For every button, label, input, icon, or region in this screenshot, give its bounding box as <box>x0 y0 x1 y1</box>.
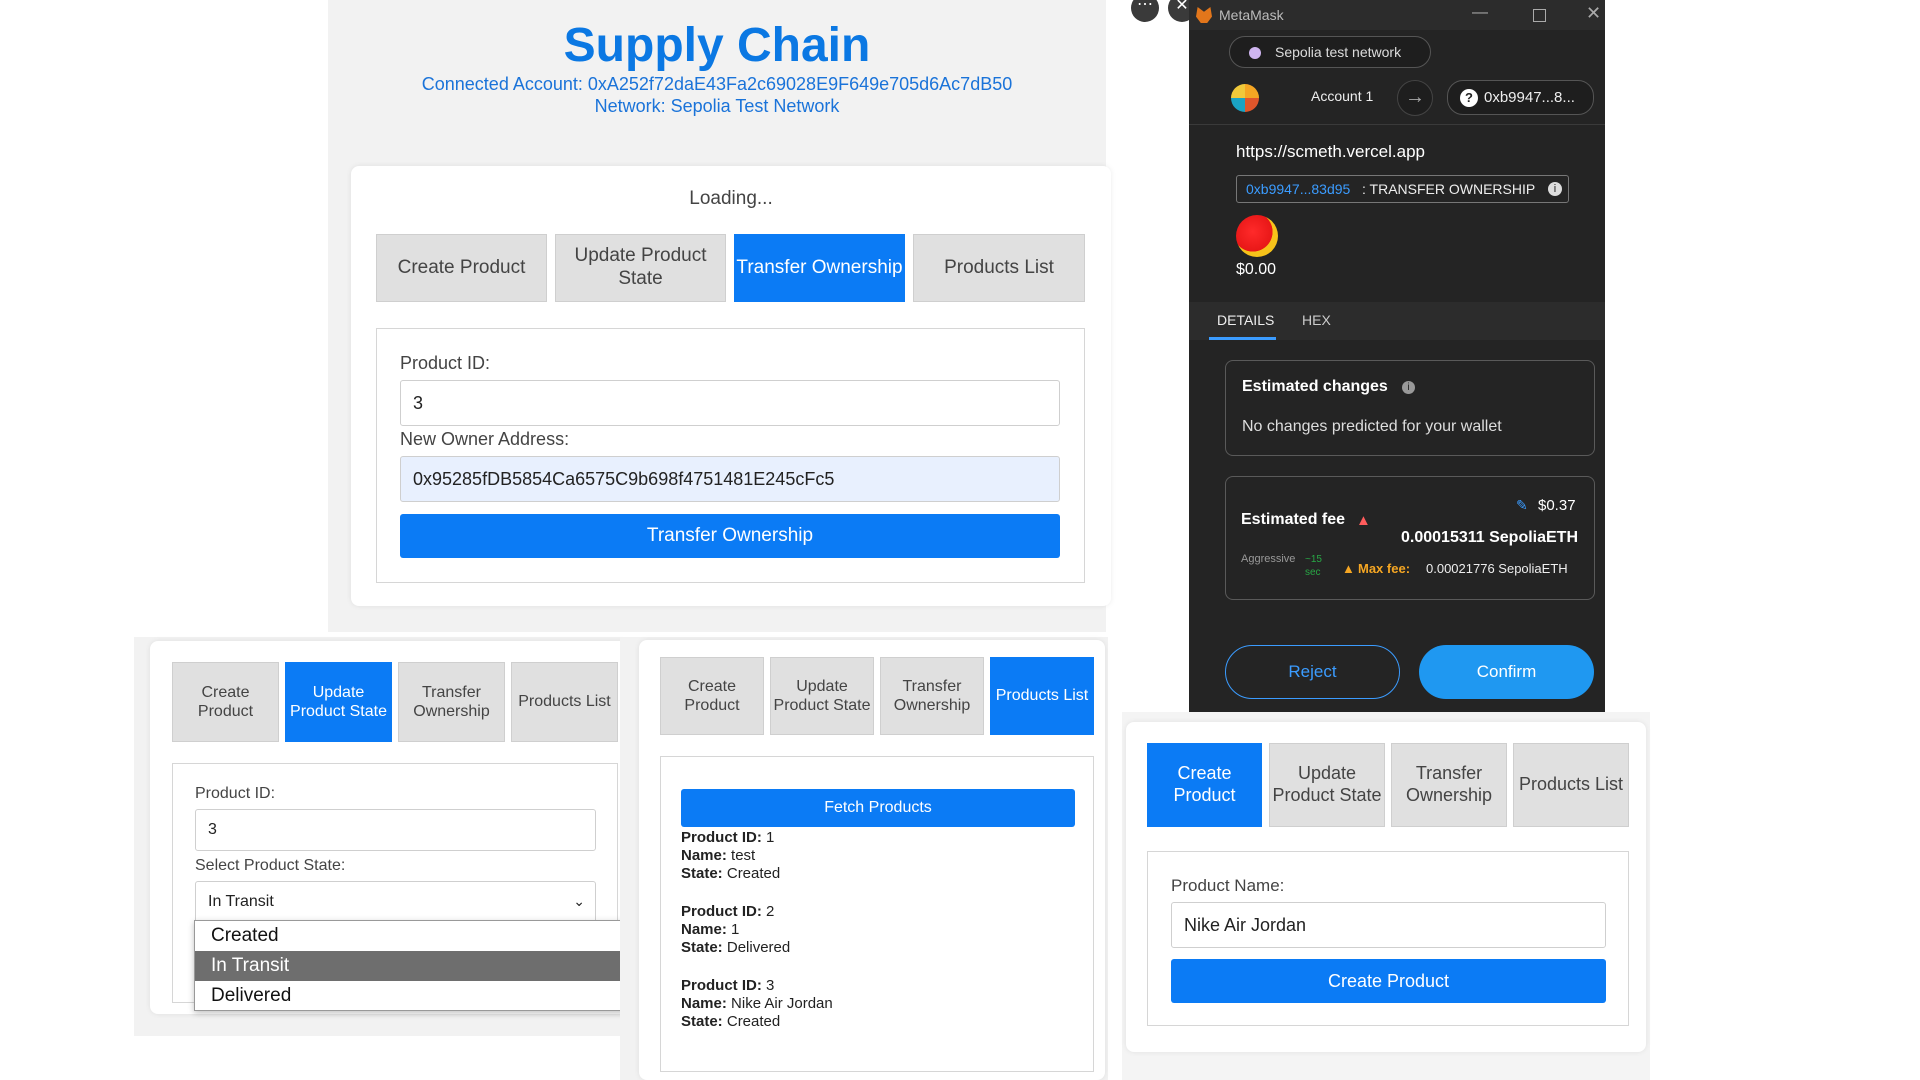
product-name-label: Product Name: <box>1171 876 1285 895</box>
recipient-address-pill[interactable]: ? 0xb9947...8... <box>1447 80 1594 115</box>
state-select[interactable]: In Transit ⌄ <box>195 881 596 923</box>
new-owner-input[interactable]: 0x95285fDB5854Ca6575C9b698f4751481E245cF… <box>400 456 1060 502</box>
minimize-icon[interactable]: — <box>1472 4 1488 22</box>
tab-transfer-ownership[interactable]: Transfer Ownership <box>1391 743 1507 827</box>
product-name-input[interactable]: Nike Air Jordan <box>1171 902 1606 948</box>
state-select-value: In Transit <box>208 893 274 910</box>
tab-products-list[interactable]: Products List <box>913 234 1085 302</box>
tab-hex[interactable]: HEX <box>1302 312 1331 328</box>
state-dropdown-list: Created In Transit Delivered <box>194 920 638 1011</box>
contract-method-box: 0xb9947...83d95 : TRANSFER OWNERSHIP i <box>1236 175 1569 203</box>
tab-create-product[interactable]: Create Product <box>660 657 764 735</box>
product-3-state: State: Created <box>681 1013 781 1030</box>
tab-details[interactable]: DETAILS <box>1217 312 1274 328</box>
question-icon: ? <box>1460 89 1478 107</box>
tab-products-list[interactable]: Products List <box>511 662 618 742</box>
account-avatar <box>1231 84 1259 112</box>
transfer-form-panel: Product ID: 3 New Owner Address: 0x95285… <box>376 328 1085 583</box>
transfer-ownership-button[interactable]: Transfer Ownership <box>400 514 1060 558</box>
fetch-products-button[interactable]: Fetch Products <box>681 789 1075 827</box>
tab-create-product[interactable]: Create Product <box>172 662 279 742</box>
contract-address-link[interactable]: 0xb9947...83d95 <box>1246 181 1350 197</box>
estimated-changes-title: Estimated changes <box>1242 378 1388 395</box>
tab-products-list[interactable]: Products List <box>990 657 1094 735</box>
product-2-name: Name: 1 <box>681 921 740 938</box>
create-card: Create Product Update Product State Tran… <box>1126 722 1646 1052</box>
warning-icon: ▲ <box>1356 512 1371 529</box>
product-id-input[interactable]: 3 <box>400 380 1060 426</box>
page-title: Supply Chain <box>563 19 871 72</box>
tab-update-product-state[interactable]: Update Product State <box>1269 743 1385 827</box>
product-1-name: Name: test <box>681 847 756 864</box>
speed-time: ~15 sec <box>1305 554 1322 578</box>
speed-label: Aggressive <box>1241 553 1296 565</box>
state-option-created[interactable]: Created <box>195 921 637 951</box>
tab-create-product[interactable]: Create Product <box>1147 743 1262 827</box>
chevron-down-icon: ⌄ <box>573 893 585 909</box>
max-fee-value: 0.00021776 SepoliaETH <box>1426 561 1568 576</box>
confirm-button[interactable]: Confirm <box>1419 645 1594 699</box>
tab-create-product[interactable]: Create Product <box>376 234 547 302</box>
estimated-fee-box: Estimated fee ▲ ✎ $0.37 0.00015311 Sepol… <box>1225 476 1595 600</box>
more-options-icon[interactable]: ⋯ <box>1131 0 1159 22</box>
recipient-address: 0xb9947...8... <box>1484 89 1575 106</box>
metamask-window-title: MetaMask <box>1219 7 1284 23</box>
products-panel: Fetch Products Product ID: 1 Name: test … <box>660 756 1094 1072</box>
product-2-id: Product ID: 2 <box>681 903 775 920</box>
product-1-state: State: Created <box>681 865 781 882</box>
tab-transfer-ownership[interactable]: Transfer Ownership <box>880 657 984 735</box>
loading-text: Loading... <box>689 188 773 209</box>
tab-update-product-state[interactable]: Update Product State <box>555 234 726 302</box>
max-fee-label: Max fee: <box>1358 561 1411 576</box>
estimated-fee-title: Estimated fee <box>1241 511 1346 528</box>
state-select-label: Select Product State: <box>195 857 346 874</box>
estimated-changes-text: No changes predicted for your wallet <box>1242 418 1502 435</box>
product-id-label: Product ID: <box>195 785 276 802</box>
maximize-icon[interactable] <box>1533 9 1546 22</box>
state-option-in-transit[interactable]: In Transit <box>195 951 637 981</box>
product-3-id: Product ID: 3 <box>681 977 775 994</box>
network-dot-icon <box>1249 47 1261 59</box>
reject-button[interactable]: Reject <box>1225 645 1400 699</box>
estimated-changes-box: Estimated changes i No changes predicted… <box>1225 360 1595 456</box>
max-fee-warning-icon: ▲ <box>1342 561 1355 576</box>
info-icon[interactable]: i <box>1402 381 1415 394</box>
site-origin: https://scmeth.vercel.app <box>1236 142 1425 161</box>
product-id-input[interactable]: 3 <box>195 809 596 851</box>
info-icon[interactable]: i <box>1548 182 1562 196</box>
tab-products-list[interactable]: Products List <box>1513 743 1629 827</box>
edit-pencil-icon[interactable]: ✎ <box>1516 497 1528 514</box>
product-3-name: Name: Nike Air Jordan <box>681 995 833 1012</box>
fee-usd: $0.37 <box>1538 497 1576 514</box>
product-id-label: Product ID: <box>400 353 491 373</box>
divider <box>1189 124 1605 125</box>
tab-transfer-ownership[interactable]: Transfer Ownership <box>734 234 905 302</box>
network-name: Sepolia test network <box>1275 44 1402 60</box>
create-product-button[interactable]: Create Product <box>1171 959 1606 1003</box>
state-option-delivered[interactable]: Delivered <box>195 981 637 1011</box>
product-2-state: State: Delivered <box>681 939 791 956</box>
tab-transfer-ownership[interactable]: Transfer Ownership <box>398 662 505 742</box>
transfer-card: Loading... Create Product Update Product… <box>351 166 1111 606</box>
network-selector[interactable]: Sepolia test network <box>1229 36 1431 68</box>
product-1-id: Product ID: 1 <box>681 829 775 846</box>
tab-update-product-state[interactable]: Update Product State <box>285 662 392 742</box>
new-owner-label: New Owner Address: <box>400 429 570 449</box>
account-name[interactable]: Account 1 <box>1311 88 1373 104</box>
create-form-panel: Product Name: Nike Air Jordan Create Pro… <box>1147 851 1629 1026</box>
tab-details-indicator <box>1209 337 1276 340</box>
metamask-close-icon[interactable]: ✕ <box>1586 3 1601 24</box>
token-identicon <box>1236 215 1278 257</box>
products-card: Create Product Update Product State Tran… <box>639 640 1105 1080</box>
arrow-right-icon: → <box>1397 80 1433 116</box>
tab-update-product-state[interactable]: Update Product State <box>770 657 874 735</box>
network-label: Network: Sepolia Test Network <box>594 96 840 116</box>
balance-value: $0.00 <box>1236 261 1277 278</box>
method-name: : TRANSFER OWNERSHIP <box>1362 181 1536 197</box>
connected-account: Connected Account: 0xA252f72daE43Fa2c690… <box>421 74 1013 94</box>
fee-eth: 0.00015311 SepoliaETH <box>1401 529 1578 546</box>
